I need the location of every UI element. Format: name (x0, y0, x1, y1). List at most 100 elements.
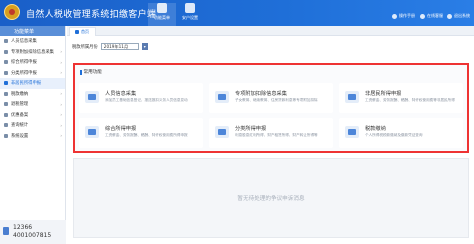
refund-icon (4, 102, 8, 107)
sidebar-item-nonresident-income[interactable]: 非居民所得申报 (0, 78, 65, 89)
settings-icon (185, 3, 195, 13)
sidebar-item-label: 税款缴纳 (11, 91, 29, 97)
sidebar-header: 功能菜单 (0, 26, 65, 36)
card-desc: 子女教育、继续教育、住房贷款利息等专项附加扣除 (235, 98, 318, 102)
hotline-box: 12366 4001007815 (0, 220, 66, 244)
dispute-message-area: 暂无待处理的争议申诉消息 (73, 158, 469, 238)
chart-icon (4, 123, 8, 128)
tab-home[interactable]: 首页 (69, 27, 96, 36)
sidebar-item-label: 系统设置 (11, 133, 29, 139)
chevron-right-icon: › (60, 112, 62, 118)
people-icon (4, 39, 8, 44)
doc-icon (4, 60, 8, 65)
chevron-right-icon: › (60, 122, 62, 128)
sidebar-item-label: 查询统计 (11, 123, 29, 129)
hotline-number-2: 4001007815 (13, 232, 52, 239)
globe-icon (4, 81, 8, 86)
topnav-settings[interactable]: 安户设置 (176, 3, 204, 21)
sidebar-item-tax-payment[interactable]: 税款缴纳 › (0, 89, 65, 100)
exit-link[interactable]: 退出系统 (447, 13, 470, 19)
card-nonresident-income[interactable]: 非居民所得申报 工资薪金、劳务报酬、稿酬、特许权使用费等非居民所得 (339, 83, 463, 113)
common-functions-panel: 常用功能 人员信息采集 添加员工基础信息登记，报送报扣义务人员信息变动 专项附加… (73, 63, 469, 153)
sidebar-item-comprehensive-income[interactable]: 综合所得申报 › (0, 57, 65, 68)
badge-icon (4, 112, 8, 117)
doc-card-icon (85, 126, 99, 138)
card-desc: 添加员工基础信息登记，报送报扣义务人员信息变动 (105, 98, 188, 102)
chevron-right-icon: › (60, 59, 62, 65)
tab-home-label: 首页 (81, 29, 89, 34)
book-icon (392, 13, 397, 19)
chevron-right-icon: › (60, 70, 62, 76)
form-card-icon (215, 91, 229, 103)
app-title: 自然人税收管理系统扣缴客户端 (26, 10, 157, 20)
people-card-icon (85, 91, 99, 103)
card-title: 人员信息采集 (105, 91, 137, 97)
exit-label: 退出系统 (454, 13, 470, 18)
topnav-label: 功能菜单 (154, 15, 170, 20)
sidebar-item-query-stats[interactable]: 查询统计 › (0, 120, 65, 131)
manual-label: 操作手册 (399, 13, 415, 18)
sidebar-item-system-settings[interactable]: 系统设置 › (0, 131, 65, 142)
card-desc: 个人所得税税款缴纳及缴款凭证查询 (365, 133, 423, 137)
sidebar: 功能菜单 人员信息采集 专项附加扣除信息采集 › 综合所得申报 › 分类所得申报… (0, 26, 66, 244)
form-icon (4, 49, 8, 54)
menu-icon (157, 3, 167, 13)
card-classified-income[interactable]: 分类所得申报 利息股息红利所得、财产租赁所得、财产转让所得等 (209, 118, 333, 148)
list-card-icon (215, 126, 229, 138)
tax-emblem-logo (4, 4, 20, 20)
sidebar-item-label: 优惠备案 (11, 112, 29, 118)
globe-card-icon (345, 91, 359, 103)
panel-title: 常用功能 (80, 69, 102, 75)
card-desc: 利息股息红利所得、财产租赁所得、财产转让所得等 (235, 133, 318, 137)
gear-icon (4, 133, 8, 138)
period-label: 税款所属月份 (72, 44, 98, 50)
tax-icon (4, 91, 8, 96)
card-special-deduction[interactable]: 专项附加扣除信息采集 子女教育、继续教育、住房贷款利息等专项附加扣除 (209, 83, 333, 113)
sidebar-item-special-deduction[interactable]: 专项附加扣除信息采集 › (0, 47, 65, 58)
sidebar-item-person-info[interactable]: 人员信息采集 (0, 36, 65, 47)
sidebar-item-refund[interactable]: 退税管理 › (0, 99, 65, 110)
sidebar-item-label: 退税管理 (11, 102, 29, 108)
tab-bar: 首页 (67, 26, 474, 36)
sidebar-item-label: 专项附加扣除信息采集 (11, 49, 54, 55)
sidebar-item-classified-income[interactable]: 分类所得申报 › (0, 68, 65, 79)
tax-card-icon (345, 126, 359, 138)
card-title: 综合所得申报 (105, 126, 137, 132)
sidebar-item-label: 非居民所得申报 (11, 81, 42, 87)
period-value: 2019年11月 (103, 43, 129, 49)
service-link[interactable]: 在线客服 (420, 13, 443, 19)
sidebar-item-label: 人员信息采集 (11, 39, 37, 45)
home-icon (75, 30, 79, 34)
manual-link[interactable]: 操作手册 (392, 13, 415, 19)
card-desc: 工资薪金、劳务报酬、稿酬、特许权使用费等非居民所得 (365, 98, 455, 102)
tax-period-selector: 税款所属月份 2019年11月 ▾ (72, 43, 148, 50)
card-title: 分类所得申报 (235, 126, 267, 132)
card-comprehensive-income[interactable]: 综合所得申报 工资薪金、劳务报酬、稿酬、特许权使用费所得申报 (79, 118, 203, 148)
sidebar-item-label: 综合所得申报 (11, 60, 37, 66)
sidebar-item-preferential-filing[interactable]: 优惠备案 › (0, 110, 65, 121)
sidebar-item-label: 分类所得申报 (11, 70, 37, 76)
period-input[interactable]: 2019年11月 (100, 43, 139, 50)
card-person-info[interactable]: 人员信息采集 添加员工基础信息登记，报送报扣义务人员信息变动 (79, 83, 203, 113)
top-bar: 自然人税收管理系统扣缴客户端 功能菜单 安户设置 操作手册 在线客服 退出系统 (0, 0, 474, 26)
card-title: 税款缴纳 (365, 126, 386, 132)
hotline-number-1: 12366 (13, 224, 33, 231)
title-accent-bar (80, 69, 82, 75)
service-label: 在线客服 (427, 13, 443, 18)
card-desc: 工资薪金、劳务报酬、稿酬、特许权使用费所得申报 (105, 133, 188, 137)
chevron-right-icon: › (60, 49, 62, 55)
doc-icon (4, 70, 8, 75)
panel-title-text: 常用功能 (83, 70, 102, 75)
period-dropdown-button[interactable]: ▾ (141, 43, 148, 50)
chevron-right-icon: › (60, 133, 62, 139)
empty-message: 暂无待处理的争议申诉消息 (237, 196, 305, 202)
card-title: 专项附加扣除信息采集 (235, 91, 287, 97)
chevron-right-icon: › (60, 91, 62, 97)
topnav-label: 安户设置 (182, 15, 198, 20)
service-icon (420, 13, 425, 19)
card-title: 非居民所得申报 (365, 91, 402, 97)
card-tax-payment[interactable]: 税款缴纳 个人所得税税款缴纳及缴款凭证查询 (339, 118, 463, 148)
topnav-function-menu[interactable]: 功能菜单 (148, 3, 176, 26)
chevron-right-icon: › (60, 101, 62, 107)
exit-icon (447, 13, 452, 19)
